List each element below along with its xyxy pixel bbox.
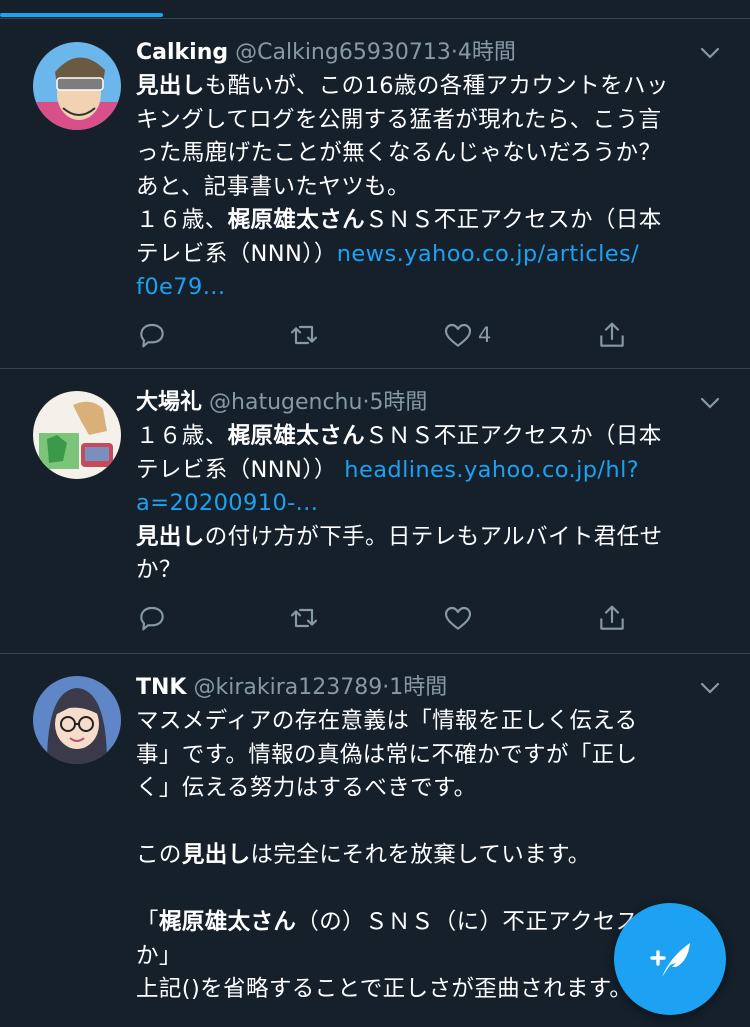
author-name[interactable]: 大場礼 xyxy=(136,390,202,415)
link[interactable]: f0e79... xyxy=(136,274,225,300)
tweet-header: Calking @Calking65930713·4時間 xyxy=(136,38,690,68)
tweet-header: 大場礼 @hatugenchu·5時間 xyxy=(136,388,690,418)
tweet-text-line: テレビ系（NNN））news.yahoo.co.jp/articles/ xyxy=(136,238,710,272)
chevron-down-icon[interactable] xyxy=(698,41,722,65)
highlighted-keyword: 梶原雄太さん xyxy=(227,423,366,449)
tweet-text-line: った馬鹿げたことが無くなるんじゃないだろうか？ xyxy=(136,137,710,171)
highlighted-keyword: 見出し xyxy=(181,842,251,868)
text-segment: ＳＮＳ不正アクセスか（日本 xyxy=(365,423,662,449)
text-segment: １６歳、 xyxy=(136,423,228,449)
tweet-text-line xyxy=(136,806,710,840)
author-handle[interactable]: @hatugenchu xyxy=(209,390,362,415)
tweet-text-line: f0e79... xyxy=(136,271,710,305)
reply-icon xyxy=(140,606,164,631)
text-segment: も酷いが、この16歳の各種アカウントをハッ xyxy=(204,73,669,99)
tweet-text-line: 見出しの付け方が下手。日テレもアルバイト君任せ xyxy=(136,521,710,555)
text-segment: テレビ系（NNN）） xyxy=(136,240,337,267)
link[interactable]: news.yahoo.co.jp/articles/ xyxy=(337,241,639,267)
tweet-text-line: マスメディアの存在意義は「情報を正しく伝える xyxy=(136,705,710,739)
text-segment: か」 xyxy=(136,942,182,969)
like-icon xyxy=(444,606,472,630)
tweet-text-line: く」伝える努力はするべきです。 xyxy=(136,772,710,806)
timestamp[interactable]: 4時間 xyxy=(458,40,516,65)
retweet-icon xyxy=(290,608,318,628)
reply-icon xyxy=(140,323,164,348)
tweet-text: １６歳、梶原雄太さんＳＮＳ不正アクセスか（日本 テレビ系（NNN）） headli… xyxy=(136,420,710,588)
tweet-text-line: １６歳、梶原雄太さんＳＮＳ不正アクセスか（日本 xyxy=(136,204,710,238)
share-icon xyxy=(600,322,624,347)
text-segment: の付け方が下手。日テレもアルバイト君任せ xyxy=(204,523,663,550)
tweet-text-line: キングしてログを公開する猛者が現れたら、こう言 xyxy=(136,104,710,138)
text-segment: 「 xyxy=(136,909,159,935)
tweet-actions xyxy=(136,601,636,635)
author-name[interactable]: TNK xyxy=(136,675,186,700)
timestamp[interactable]: 5時間 xyxy=(369,390,427,415)
share-button[interactable] xyxy=(596,601,628,635)
tweet-actions: 4 xyxy=(136,318,636,352)
tweet-text-line: あと、記事書いたヤツも。 xyxy=(136,171,710,205)
tweet[interactable]: Calking @Calking65930713·4時間 見出しも酷いが、この1… xyxy=(0,19,750,369)
author-name[interactable]: Calking xyxy=(136,40,228,65)
tweet-text-line: か？ xyxy=(136,554,710,588)
tweet-text-line xyxy=(136,873,710,907)
top-tab-bar xyxy=(0,0,750,19)
highlighted-keyword: 梶原雄太さん xyxy=(158,909,297,935)
text-segment: く」伝える努力はするべきです。 xyxy=(136,775,477,801)
text-segment: か？ xyxy=(136,557,182,583)
author-handle[interactable]: @kirakira123789 xyxy=(193,675,382,700)
timestamp[interactable]: 1時間 xyxy=(389,675,447,700)
retweet-button[interactable] xyxy=(288,601,320,635)
text-segment: あと、記事書いたヤツも。 xyxy=(136,173,410,200)
highlighted-keyword: 見出し xyxy=(136,73,205,99)
highlighted-keyword: 梶原雄太さん xyxy=(227,207,366,233)
text-segment: ＳＮＳ不正アクセスか（日本 xyxy=(365,207,662,233)
author-handle[interactable]: @Calking65930713 xyxy=(235,40,451,65)
link[interactable]: a=20200910-... xyxy=(136,490,318,516)
link[interactable]: headlines.yahoo.co.jp/hl? xyxy=(344,457,639,483)
highlighted-keyword: 見出し xyxy=(136,523,205,550)
text-segment: テレビ系（NNN）） xyxy=(136,456,345,483)
tweet-text-line: テレビ系（NNN）） headlines.yahoo.co.jp/hl? xyxy=(136,454,710,488)
text-segment: この xyxy=(136,842,182,868)
text-segment: は完全にそれを放棄しています。 xyxy=(250,842,591,868)
tweet-text: 見出しも酷いが、この16歳の各種アカウントをハッ キングしてログを公開する猛者が現… xyxy=(136,70,710,305)
share-button[interactable] xyxy=(596,318,628,352)
text-segment: った馬鹿げたことが無くなるんじゃないだろうか？ xyxy=(136,140,662,166)
tweet[interactable]: 大場礼 @hatugenchu·5時間 １６歳、梶原雄太さんＳＮＳ不正アクセスか… xyxy=(0,369,750,654)
retweet-button[interactable] xyxy=(288,318,320,352)
text-segment: １６歳、 xyxy=(136,207,228,233)
share-icon xyxy=(600,605,624,630)
tweet-header: TNK @kirakira123789·1時間 xyxy=(136,673,690,703)
reply-button[interactable] xyxy=(136,318,168,352)
active-tab-indicator xyxy=(0,13,163,17)
chevron-down-icon[interactable] xyxy=(698,676,722,700)
avatar[interactable] xyxy=(33,676,121,764)
chevron-down-icon[interactable] xyxy=(698,391,722,415)
tweet-text-line: a=20200910-... xyxy=(136,487,710,521)
text-segment: （の）ＳＮＳ（に）不正アクセス xyxy=(296,909,639,935)
reply-button[interactable] xyxy=(136,601,168,635)
like-count: 4 xyxy=(478,323,492,347)
separator: · xyxy=(450,40,458,65)
text-segment: 上記()を省略することで正しさが歪曲されます。 xyxy=(136,976,633,1002)
avatar[interactable] xyxy=(33,391,121,479)
retweet-icon xyxy=(290,325,318,345)
compose-tweet-button[interactable] xyxy=(614,903,726,1015)
like-icon xyxy=(444,323,472,347)
compose-tweet-icon xyxy=(650,943,690,977)
like-button[interactable]: 4 xyxy=(442,318,491,352)
text-segment: キングしてログを公開する猛者が現れたら、こう言 xyxy=(136,106,662,133)
avatar[interactable] xyxy=(33,42,121,130)
like-button[interactable] xyxy=(442,601,474,635)
tweet-text-line: １６歳、梶原雄太さんＳＮＳ不正アクセスか（日本 xyxy=(136,420,710,454)
tweet-text-line: 事」です。情報の真偽は常に不確かですが「正し xyxy=(136,739,710,773)
tweet-text-line: この見出しは完全にそれを放棄しています。 xyxy=(136,839,710,873)
text-segment: 事」です。情報の真偽は常に不確かですが「正し xyxy=(136,741,638,768)
text-segment: マスメディアの存在意義は「情報を正しく伝える xyxy=(136,708,638,734)
tweet-text-line: 見出しも酷いが、この16歳の各種アカウントをハッ xyxy=(136,70,710,104)
